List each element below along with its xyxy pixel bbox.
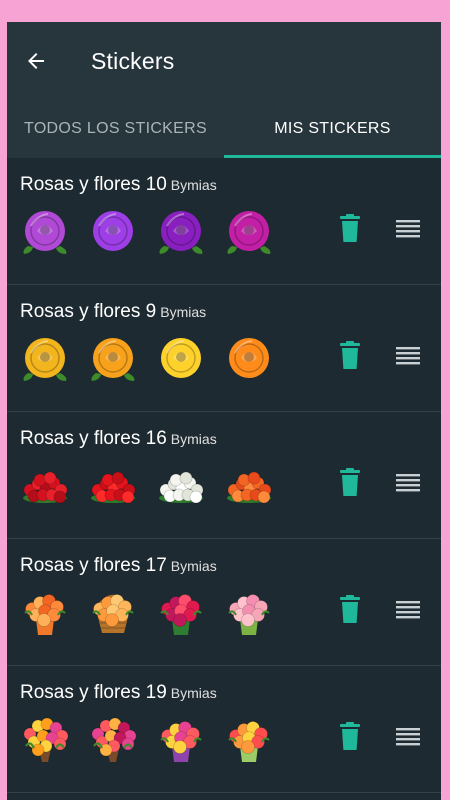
sticker-image [23, 211, 67, 254]
delete-pack-button[interactable] [337, 341, 363, 371]
page-title: Stickers [91, 47, 175, 74]
sticker-pack-row[interactable]: Rosas y flores 19 Bymias [7, 666, 441, 793]
drag-handle-icon [396, 601, 420, 619]
sticker-image [23, 471, 68, 504]
sticker-image [161, 338, 201, 378]
drag-handle-icon [396, 728, 420, 746]
pack-author: Bymias [170, 685, 217, 701]
pack-title: Rosas y flores 19 Bymias [20, 682, 217, 704]
sticker-preview-strip [20, 206, 292, 256]
pack-title: Rosas y flores 10 Bymias [20, 174, 217, 196]
pack-author: Bymias [160, 304, 207, 320]
sticker-image [160, 721, 202, 762]
reorder-handle[interactable] [395, 345, 421, 367]
sticker-image [159, 211, 203, 254]
sticker-image [91, 338, 135, 381]
sticker-image [23, 338, 67, 381]
sticker-preview-strip [20, 333, 292, 383]
pack-title: Rosas y flores 9 Bymias [20, 301, 206, 323]
trash-icon [340, 722, 360, 750]
delete-pack-button[interactable] [337, 595, 363, 625]
reorder-handle[interactable] [395, 726, 421, 748]
pack-name: Rosas y flores 17 [20, 555, 167, 576]
sticker-image [93, 211, 133, 251]
pack-name: Rosas y flores 16 [20, 428, 167, 449]
sticker-image [229, 338, 269, 378]
sticker-preview-strip [20, 460, 292, 510]
trash-icon [340, 214, 360, 242]
sticker-pack-row[interactable]: Rosas y flores 16 Bymias [7, 412, 441, 539]
pack-name: Rosas y flores 19 [20, 682, 167, 703]
sticker-pack-row[interactable]: Rosas y flores 17 Bymias [7, 539, 441, 666]
drag-handle-icon [396, 347, 420, 365]
delete-pack-button[interactable] [337, 468, 363, 498]
reorder-handle[interactable] [395, 218, 421, 240]
drag-handle-icon [396, 220, 420, 238]
sticker-pack-row[interactable]: Rosas y flores 10 Bymias [7, 158, 441, 285]
sticker-pack-list: Rosas y flores 10 Bymias Rosas y flores 9B… [7, 158, 441, 793]
sticker-preview-strip [20, 714, 292, 764]
sticker-image [91, 717, 137, 762]
sticker-image [24, 594, 66, 635]
sticker-image [228, 721, 270, 762]
sticker-preview-strip [20, 587, 292, 637]
delete-pack-button[interactable] [337, 214, 363, 244]
reorder-handle[interactable] [395, 599, 421, 621]
drag-handle-icon [396, 474, 420, 492]
trash-icon [340, 468, 360, 496]
sticker-image [91, 471, 136, 504]
pack-name: Rosas y flores 10 [20, 174, 167, 195]
tab-all-stickers[interactable]: TODOS LOS STICKERS [7, 100, 224, 158]
tab-my-stickers[interactable]: MIS STICKERS [224, 100, 441, 158]
back-button[interactable] [11, 36, 61, 86]
sticker-image [159, 471, 204, 504]
sticker-image [227, 471, 272, 504]
sticker-image [160, 594, 202, 635]
pack-author: Bymias [170, 177, 217, 193]
sticker-image [92, 594, 134, 633]
sticker-pack-row[interactable]: Rosas y flores 9 Bymias [7, 285, 441, 412]
pack-name: Rosas y flores 9 [20, 301, 157, 322]
sticker-image [227, 211, 271, 254]
reorder-handle[interactable] [395, 472, 421, 494]
pack-title: Rosas y flores 17 Bymias [20, 555, 217, 577]
trash-icon [340, 595, 360, 623]
pack-title: Rosas y flores 16 Bymias [20, 428, 217, 450]
app-bar: Stickers [7, 22, 441, 100]
trash-icon [340, 341, 360, 369]
sticker-image [23, 717, 69, 762]
arrow-back-icon [28, 53, 44, 69]
pack-author: Bymias [170, 558, 217, 574]
delete-pack-button[interactable] [337, 722, 363, 752]
sticker-image [228, 594, 270, 635]
tab-bar: TODOS LOS STICKERS MIS STICKERS [7, 100, 441, 158]
pack-author: Bymias [170, 431, 217, 447]
app-screen: Stickers TODOS LOS STICKERS MIS STICKERS… [7, 22, 441, 800]
